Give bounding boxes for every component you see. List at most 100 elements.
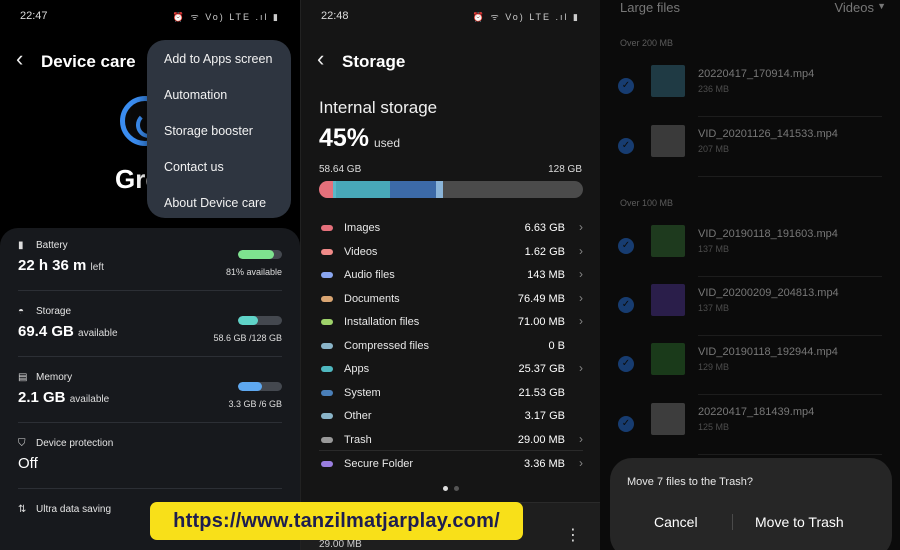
file-name: 20220417_181439.mp4 <box>698 406 815 418</box>
category-color-dot <box>321 296 333 302</box>
category-row[interactable]: Trash 29.00 MB › <box>319 432 583 452</box>
move-to-trash-button[interactable]: Move to Trash <box>755 514 844 530</box>
category-size: 3.17 GB <box>524 410 565 422</box>
file-name: VID_20190118_191603.mp4 <box>698 228 838 240</box>
device-protection-value: Off <box>18 455 38 472</box>
file-row[interactable]: ✓ VID_20190118_192944.mp4 129 MB <box>614 338 884 398</box>
ultra-data-saving-label: Ultra data saving <box>36 504 112 515</box>
divider <box>18 488 282 489</box>
category-name: Installation files <box>344 316 420 328</box>
file-size: 129 MB <box>698 362 730 372</box>
filter-dropdown[interactable]: Videos <box>834 0 874 15</box>
storage-row[interactable]: ◓ Storage 69.4 GB available 58.6 GB /128… <box>18 306 282 356</box>
checkbox-checked-icon[interactable]: ✓ <box>618 356 634 372</box>
device-protection-row[interactable]: ⛉ Device protection Off <box>18 438 282 488</box>
category-size: 76.49 MB <box>517 293 565 305</box>
menu-item-add-to-apps[interactable]: Add to Apps screen <box>147 50 291 86</box>
category-color-dot <box>321 390 333 396</box>
category-row[interactable]: Secure Folder 3.36 MB › <box>319 450 583 476</box>
storage-used-label: used <box>374 136 401 150</box>
large-files-screen: Large files Videos ▼ Over 200 MB ✓ 2022041… <box>600 0 900 550</box>
chevron-right-icon: › <box>579 432 583 446</box>
category-color-dot <box>321 461 333 467</box>
memory-row[interactable]: ▤ Memory 2.1 GB available 3.3 GB /6 GB <box>18 372 282 422</box>
file-size: 236 MB <box>698 84 730 94</box>
category-row[interactable]: Installation files 71.00 MB › <box>319 314 583 334</box>
memory-bar <box>238 382 282 391</box>
video-thumbnail <box>651 284 685 316</box>
menu-item-contact-us[interactable]: Contact us <box>147 158 291 194</box>
cancel-button[interactable]: Cancel <box>654 514 698 530</box>
category-name: Apps <box>344 363 370 375</box>
category-name: Documents <box>344 293 400 305</box>
divider <box>698 276 882 277</box>
checkbox-checked-icon[interactable]: ✓ <box>618 78 634 94</box>
battery-available: 81% available <box>225 267 282 277</box>
back-arrow-icon[interactable]: ‹ <box>317 46 324 72</box>
move-to-trash-dialog: Move 7 files to the Trash? Cancel Move t… <box>610 458 892 550</box>
category-row[interactable]: Documents 76.49 MB › <box>319 291 583 311</box>
category-color-dot <box>321 366 333 372</box>
video-thumbnail <box>651 403 685 435</box>
back-arrow-icon[interactable]: ‹ <box>16 46 23 72</box>
category-row[interactable]: Videos 1.62 GB › <box>319 244 583 264</box>
checkbox-checked-icon[interactable]: ✓ <box>618 238 634 254</box>
storage-bar-segment <box>336 181 391 198</box>
category-row[interactable]: Images 6.63 GB › <box>319 220 583 240</box>
storage-bar-segment <box>436 181 444 198</box>
menu-item-automation[interactable]: Automation <box>147 86 291 122</box>
checkbox-checked-icon[interactable]: ✓ <box>618 297 634 313</box>
section-header: Over 100 MB <box>620 198 674 208</box>
file-size: 137 MB <box>698 244 730 254</box>
file-size: 125 MB <box>698 422 730 432</box>
category-color-dot <box>321 437 333 443</box>
memory-icon: ▤ <box>18 372 28 383</box>
menu-item-about[interactable]: About Device care <box>147 194 291 230</box>
file-row[interactable]: ✓ 20220417_181439.mp4 125 MB <box>614 398 884 458</box>
category-color-dot <box>321 272 333 278</box>
category-row[interactable]: Apps 25.37 GB › <box>319 361 583 381</box>
section-header: Over 200 MB <box>620 38 674 48</box>
file-row[interactable]: ✓ VID_20200209_204813.mp4 137 MB <box>614 279 884 339</box>
storage-icon: ◓ <box>18 306 25 317</box>
more-options-icon[interactable]: ⋮ <box>565 525 581 545</box>
file-row[interactable]: ✓ 20220417_170914.mp4 236 MB <box>614 60 884 120</box>
storage-bar-segment <box>319 181 333 198</box>
battery-row[interactable]: ▮ Battery 22 h 36 m left 81% available <box>18 240 282 290</box>
divider <box>18 422 282 423</box>
divider <box>698 176 882 177</box>
storage-bar <box>238 316 282 325</box>
chevron-right-icon: › <box>579 456 583 470</box>
checkbox-checked-icon[interactable]: ✓ <box>618 138 634 154</box>
page-title: Device care <box>41 52 136 71</box>
divider <box>18 290 282 291</box>
checkbox-checked-icon[interactable]: ✓ <box>618 416 634 432</box>
menu-item-storage-booster[interactable]: Storage booster <box>147 122 291 158</box>
status-bar: 22:48 ⏰ ᯤ Vo) LTE .ıl ▮ <box>321 10 580 24</box>
dialog-question: Move 7 files to the Trash? <box>627 476 753 488</box>
chevron-right-icon: › <box>579 244 583 258</box>
page-dot-active <box>443 486 448 491</box>
category-size: 143 MB <box>527 269 565 281</box>
divider <box>319 450 583 451</box>
memory-value: 2.1 GB available <box>18 389 110 406</box>
divider <box>698 116 882 117</box>
category-name: System <box>344 387 381 399</box>
category-name: Compressed files <box>344 340 429 352</box>
page-indicator <box>443 478 465 496</box>
category-size: 25.37 GB <box>518 363 565 375</box>
dropdown-arrow-icon[interactable]: ▼ <box>877 1 886 11</box>
category-row: Compressed files 0 B <box>319 338 583 358</box>
file-row[interactable]: ✓ VID_20201126_141533.mp4 207 MB <box>614 120 884 180</box>
storage-bar-segment <box>390 181 437 198</box>
chevron-right-icon: › <box>579 314 583 328</box>
video-thumbnail <box>651 125 685 157</box>
battery-icon: ▮ <box>18 240 24 251</box>
file-row[interactable]: ✓ VID_20190118_191603.mp4 137 MB <box>614 220 884 280</box>
category-row[interactable]: Audio files 143 MB › <box>319 267 583 287</box>
category-size: 3.36 MB <box>524 458 565 470</box>
video-thumbnail <box>651 343 685 375</box>
file-name: VID_20200209_204813.mp4 <box>698 287 839 299</box>
video-thumbnail <box>651 65 685 97</box>
storage-total: 128 GB <box>548 164 582 175</box>
